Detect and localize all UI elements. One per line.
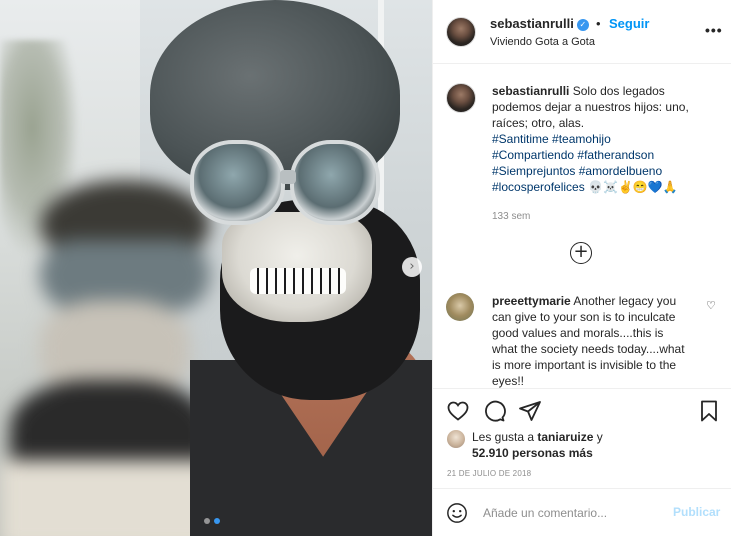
header-separator: • — [596, 16, 601, 31]
more-options-icon[interactable]: ••• — [705, 22, 723, 38]
likes-count[interactable]: 52.910 personas más — [472, 445, 593, 461]
hashtag[interactable]: #Compartiendo — [492, 148, 574, 162]
author-username[interactable]: sebastianrulli ✓ — [490, 16, 589, 31]
comment-bubble-icon[interactable] — [482, 399, 506, 423]
commenter-username[interactable]: preeettymarie — [492, 294, 571, 308]
post-photo[interactable]: › — [0, 0, 432, 536]
follow-button[interactable]: Seguir — [609, 16, 649, 31]
carousel-next-button[interactable]: › — [402, 257, 422, 277]
comment-text: preeettymarie Another legacy you can giv… — [492, 294, 685, 388]
carousel-dots — [204, 518, 220, 524]
carousel-dot-active — [214, 518, 220, 524]
comment-input[interactable] — [483, 503, 663, 523]
share-paper-plane-icon[interactable] — [518, 399, 542, 423]
load-more-comments-icon[interactable]: + — [570, 242, 592, 264]
like-heart-icon[interactable] — [446, 399, 470, 423]
caption-text: sebastianrulli Solo dos legados podemos … — [492, 84, 689, 194]
post-header: sebastianrulli ✓ • Seguir Viviendo Gota a… — [433, 0, 731, 64]
caption-emojis: 💀☠️✌️😁💙🙏 — [588, 180, 678, 194]
goggle-lens-left — [190, 140, 285, 225]
post-date[interactable]: 21 DE JULIO DE 2018 — [447, 469, 531, 478]
save-bookmark-icon[interactable] — [697, 399, 721, 423]
skull-mask — [222, 212, 372, 322]
post-side-panel: sebastianrulli ✓ • Seguir Viviendo Gota a… — [432, 0, 731, 536]
hashtag[interactable]: #locosperofelices — [492, 180, 585, 194]
post-location[interactable]: Viviendo Gota a Gota — [490, 36, 595, 48]
liker-username[interactable]: taniaruize — [537, 430, 593, 444]
add-comment-bar: Publicar — [433, 488, 731, 536]
comments-section[interactable]: sebastianrulli Solo dos legados podemos … — [433, 65, 731, 388]
commenter-avatar[interactable] — [446, 293, 474, 321]
emoji-smiley-icon[interactable] — [446, 502, 468, 524]
hashtag[interactable]: #Santitime — [492, 132, 549, 146]
caption-username[interactable]: sebastianrulli — [492, 84, 569, 98]
goggle-lens-right — [290, 140, 380, 225]
caption-time[interactable]: 133 sem — [492, 211, 530, 222]
verified-badge-icon: ✓ — [576, 18, 589, 31]
post-actions: Les gusta a taniaruize y 52.910 personas… — [433, 388, 731, 486]
hashtag[interactable]: #Siemprejuntos — [492, 164, 575, 178]
author-avatar[interactable] — [446, 17, 476, 47]
man-with-goggles — [150, 0, 432, 536]
post-comment-button[interactable]: Publicar — [673, 505, 720, 519]
carousel-dot — [204, 518, 210, 524]
liker-avatar[interactable] — [447, 430, 465, 448]
caption-author-avatar[interactable] — [446, 83, 476, 113]
comment-like-heart-icon[interactable]: ♡ — [706, 299, 716, 312]
hashtag[interactable]: #amordelbueno — [579, 164, 662, 178]
hashtag[interactable]: #teamohijo — [552, 132, 611, 146]
hashtag[interactable]: #fatherandson — [577, 148, 654, 162]
